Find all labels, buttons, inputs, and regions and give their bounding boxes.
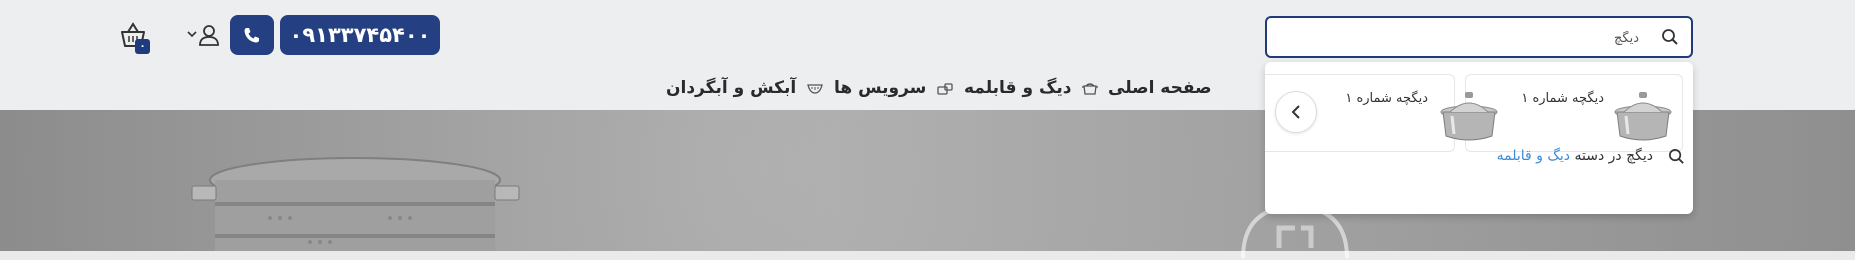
phone-icon bbox=[244, 28, 259, 43]
suggestion-category-link[interactable]: دیگ و قابلمه bbox=[1497, 148, 1570, 164]
cart-count-badge: ۰ bbox=[135, 39, 150, 54]
nav-item-home[interactable]: صفحه اصلی bbox=[1108, 78, 1212, 100]
hero-pot-image bbox=[191, 157, 520, 251]
nav-item-strainers[interactable]: آبکش و آبگردان bbox=[666, 78, 824, 100]
search-box[interactable] bbox=[1265, 16, 1693, 58]
search-results-dropdown: دیگچه شماره ۱ دیگچه شماره ۱ دیگچ در دسته… bbox=[1265, 62, 1693, 214]
pot-image bbox=[1614, 92, 1672, 141]
cookware-set-icon bbox=[937, 83, 953, 95]
chevron-down-icon[interactable] bbox=[186, 28, 198, 40]
strainer-icon bbox=[807, 84, 824, 94]
product-title: دیگچه شماره ۱ bbox=[1345, 91, 1428, 106]
search-category-suggestion[interactable]: دیگچ در دسته دیگ و قابلمه bbox=[1497, 148, 1653, 164]
carousel-prev-button[interactable] bbox=[1275, 91, 1317, 133]
search-input[interactable] bbox=[1277, 26, 1641, 50]
nav-item-label: دیگ و قابلمه bbox=[964, 78, 1072, 98]
chevron-left-icon bbox=[1291, 105, 1300, 119]
pot-icon bbox=[1082, 83, 1099, 95]
suggestion-query: دیگچ در دسته bbox=[1574, 148, 1654, 164]
nav-item-label: آبکش و آبگردان bbox=[666, 78, 797, 98]
search-icon[interactable] bbox=[1661, 28, 1679, 46]
call-button[interactable] bbox=[230, 15, 274, 55]
nav-item-services[interactable]: سرویس ها bbox=[834, 78, 954, 100]
nav-item-label: سرویس ها bbox=[834, 78, 927, 98]
nav-item-pots[interactable]: دیگ و قابلمه bbox=[964, 78, 1099, 100]
nav-item-label: صفحه اصلی bbox=[1108, 78, 1212, 98]
phone-number-button[interactable]: ۰۹۱۳۳۷۴۵۴۰۰ bbox=[280, 15, 440, 55]
product-title: دیگچه شماره ۱ bbox=[1521, 91, 1604, 106]
pot-image bbox=[1440, 92, 1498, 141]
search-icon bbox=[1669, 149, 1684, 164]
user-account-icon[interactable] bbox=[198, 24, 220, 46]
